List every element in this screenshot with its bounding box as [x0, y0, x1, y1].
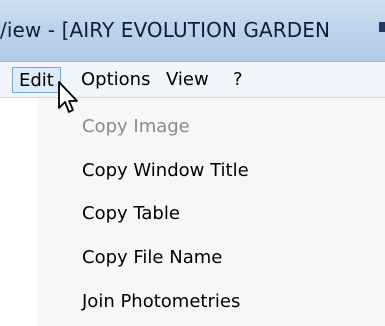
menu-item-copy-image[interactable]: Copy Image [82, 112, 190, 142]
menu-view[interactable]: View [166, 67, 209, 93]
menu-item-join-photometries[interactable]: Join Photometries [82, 287, 240, 317]
menu-bar: Edit Options View ? [0, 62, 385, 98]
menu-item-copy-file-name[interactable]: Copy File Name [82, 243, 222, 273]
menu-item-copy-table[interactable]: Copy Table [82, 199, 180, 229]
menu-options[interactable]: Options [81, 67, 150, 93]
menu-edit[interactable]: Edit [12, 67, 61, 93]
edit-menu-dropdown: Copy Image Copy Window Title Copy Table … [38, 98, 385, 326]
menu-help[interactable]: ? [233, 67, 243, 93]
menu-item-copy-window-title[interactable]: Copy Window Title [82, 156, 249, 186]
title-bar-edge [379, 22, 385, 32]
window-title: /iew - [AIRY EVOLUTION GARDEN [0, 18, 331, 42]
window-title-bar[interactable]: /iew - [AIRY EVOLUTION GARDEN [0, 0, 385, 62]
